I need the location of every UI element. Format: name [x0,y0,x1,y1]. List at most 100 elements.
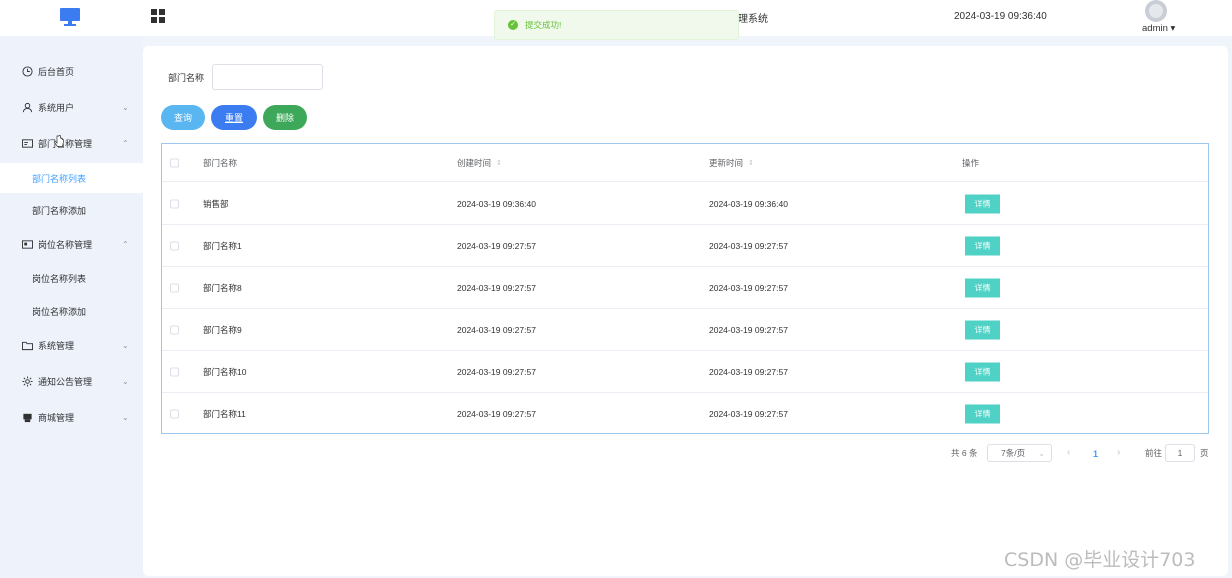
row-checkbox[interactable] [170,367,179,376]
column-header-created[interactable]: 创建时间 ⇕ [457,157,502,169]
sidebar-subitem-post-list[interactable]: 岗位名称列表 [0,263,143,293]
table-row: 销售部 2024-03-19 09:36:40 2024-03-19 09:36… [162,183,1208,225]
sidebar-item-label: 后台首页 [38,66,75,77]
goto-page-input[interactable] [1165,444,1195,462]
sidebar-item-notice[interactable]: 通知公告管理 ⌄ [0,366,143,396]
folder-icon [22,341,33,350]
query-button[interactable]: 查询 [161,105,205,130]
sidebar-item-post[interactable]: 岗位名称管理 ⌃ [0,229,143,259]
filter-label: 部门名称 [168,73,205,83]
table-row: 部门名称11 2024-03-19 09:27:57 2024-03-19 09… [162,393,1208,434]
chevron-down-icon: ⌄ [1038,448,1045,458]
table-row: 部门名称8 2024-03-19 09:27:57 2024-03-19 09:… [162,267,1208,309]
page-suffix-label: 页 [1200,448,1209,458]
sidebar-item-dept[interactable]: 部门名称管理 ⌃ [0,128,143,158]
monitor-logo-icon [60,8,80,26]
delete-button[interactable]: 删除 [263,105,307,130]
select-all-checkbox[interactable] [170,158,179,167]
detail-button[interactable]: 详情 [965,278,1000,297]
cell-updated-time: 2024-03-19 09:27:57 [709,240,788,251]
cell-created-time: 2024-03-19 09:27:57 [457,366,536,377]
user-menu[interactable]: admin ▾ [1142,23,1175,34]
user-icon [22,102,33,112]
cell-dept-name: 部门名称1 [203,240,242,251]
sort-icon[interactable]: ⇕ [748,159,754,167]
table-header-row: 部门名称 创建时间 ⇕ 更新时间 ⇕ 操作 [162,144,1208,182]
page-number-current[interactable]: 1 [1093,449,1098,459]
goto-label: 前往 [1145,448,1163,458]
cell-updated-time: 2024-03-19 09:27:57 [709,408,788,419]
sidebar-item-label: 系统用户 [38,102,75,113]
detail-button[interactable]: 详情 [965,236,1000,255]
detail-button[interactable]: 详情 [965,194,1000,213]
chevron-down-icon: ⌄ [122,412,129,422]
postcard-icon [22,239,33,249]
sidebar-subitem-label: 部门名称添加 [32,205,87,216]
cell-created-time: 2024-03-19 09:27:57 [457,324,536,335]
column-header-name: 部门名称 [203,157,238,168]
chevron-down-icon: ⌄ [122,340,129,350]
page-size-select[interactable]: 7条/页 ⌄ [987,444,1052,462]
page-size-value: 7条/页 [1001,448,1026,458]
detail-button[interactable]: 详情 [965,362,1000,381]
sidebar-subitem-label: 岗位名称列表 [32,273,87,284]
dept-name-search-input[interactable] [212,64,323,90]
table-row: 部门名称1 2024-03-19 09:27:57 2024-03-19 09:… [162,225,1208,267]
cell-created-time: 2024-03-19 09:27:57 [457,282,536,293]
row-checkbox[interactable] [170,325,179,334]
cell-dept-name: 销售部 [203,198,229,209]
sun-icon [22,375,33,387]
sidebar-item-home[interactable]: 后台首页 [0,56,143,86]
chevron-up-icon: ⌃ [122,138,129,148]
main-content-card: 部门名称 查询 重置 删除 部门名称 创建时间 ⇕ 更新时间 ⇕ 操作 销售部 20… [143,46,1228,576]
sidebar-item-mall[interactable]: 商城管理 ⌄ [0,402,143,432]
sidebar-item-system[interactable]: 系统管理 ⌄ [0,330,143,360]
avatar[interactable] [1145,0,1167,22]
sidebar-item-label: 部门名称管理 [38,138,93,149]
app-title: 理系统 [738,14,768,25]
cell-updated-time: 2024-03-19 09:27:57 [709,282,788,293]
cell-dept-name: 部门名称8 [203,282,242,293]
row-checkbox[interactable] [170,241,179,250]
id-card-icon [22,138,33,148]
sidebar: 后台首页 系统用户 ⌄ 部门名称管理 ⌃ 部门名称列表 部门名称添加 岗位名称管… [0,36,143,578]
detail-button[interactable]: 详情 [965,404,1000,423]
pagination-total: 共 6 条 [951,448,978,458]
column-header-actions: 操作 [962,157,980,168]
hand-cursor-icon [54,135,64,147]
sidebar-subitem-dept-list[interactable]: 部门名称列表 [0,163,143,193]
cell-updated-time: 2024-03-19 09:27:57 [709,366,788,377]
dept-table: 部门名称 创建时间 ⇕ 更新时间 ⇕ 操作 销售部 2024-03-19 09:36… [161,143,1209,434]
cell-updated-time: 2024-03-19 09:27:57 [709,324,788,335]
apps-grid-icon[interactable] [151,9,165,23]
row-checkbox[interactable] [170,409,179,418]
sidebar-item-users[interactable]: 系统用户 ⌄ [0,92,143,122]
sidebar-subitem-label: 岗位名称添加 [32,306,87,317]
sidebar-subitem-label: 部门名称列表 [32,173,87,184]
sort-icon[interactable]: ⇕ [496,159,502,167]
chevron-down-icon: ⌄ [122,102,129,112]
cell-dept-name: 部门名称9 [203,324,242,335]
check-circle-icon: ✓ [508,20,518,30]
reset-button[interactable]: 重置 [211,105,257,130]
next-page-button[interactable]: › [1117,447,1120,458]
table-row: 部门名称9 2024-03-19 09:27:57 2024-03-19 09:… [162,309,1208,351]
sidebar-subitem-dept-add[interactable]: 部门名称添加 [0,195,143,225]
datetime-display: 2024-03-19 09:36:40 [954,11,1047,22]
column-header-updated[interactable]: 更新时间 ⇕ [709,157,754,169]
chevron-down-icon: ⌄ [122,376,129,386]
row-checkbox[interactable] [170,199,179,208]
clock-icon [22,65,33,77]
table-row: 部门名称10 2024-03-19 09:27:57 2024-03-19 09… [162,351,1208,393]
prev-page-button[interactable]: ‹ [1067,447,1070,458]
sidebar-item-label: 通知公告管理 [38,376,93,387]
watermark: CSDN @毕业设计703 [1004,549,1196,571]
sidebar-subitem-post-add[interactable]: 岗位名称添加 [0,296,143,326]
row-checkbox[interactable] [170,283,179,292]
chevron-up-icon: ⌃ [122,239,129,249]
column-header-label: 更新时间 [709,157,744,168]
detail-button[interactable]: 详情 [965,320,1000,339]
printer-icon [23,413,32,422]
sidebar-item-label: 商城管理 [38,412,75,423]
cell-created-time: 2024-03-19 09:27:57 [457,240,536,251]
